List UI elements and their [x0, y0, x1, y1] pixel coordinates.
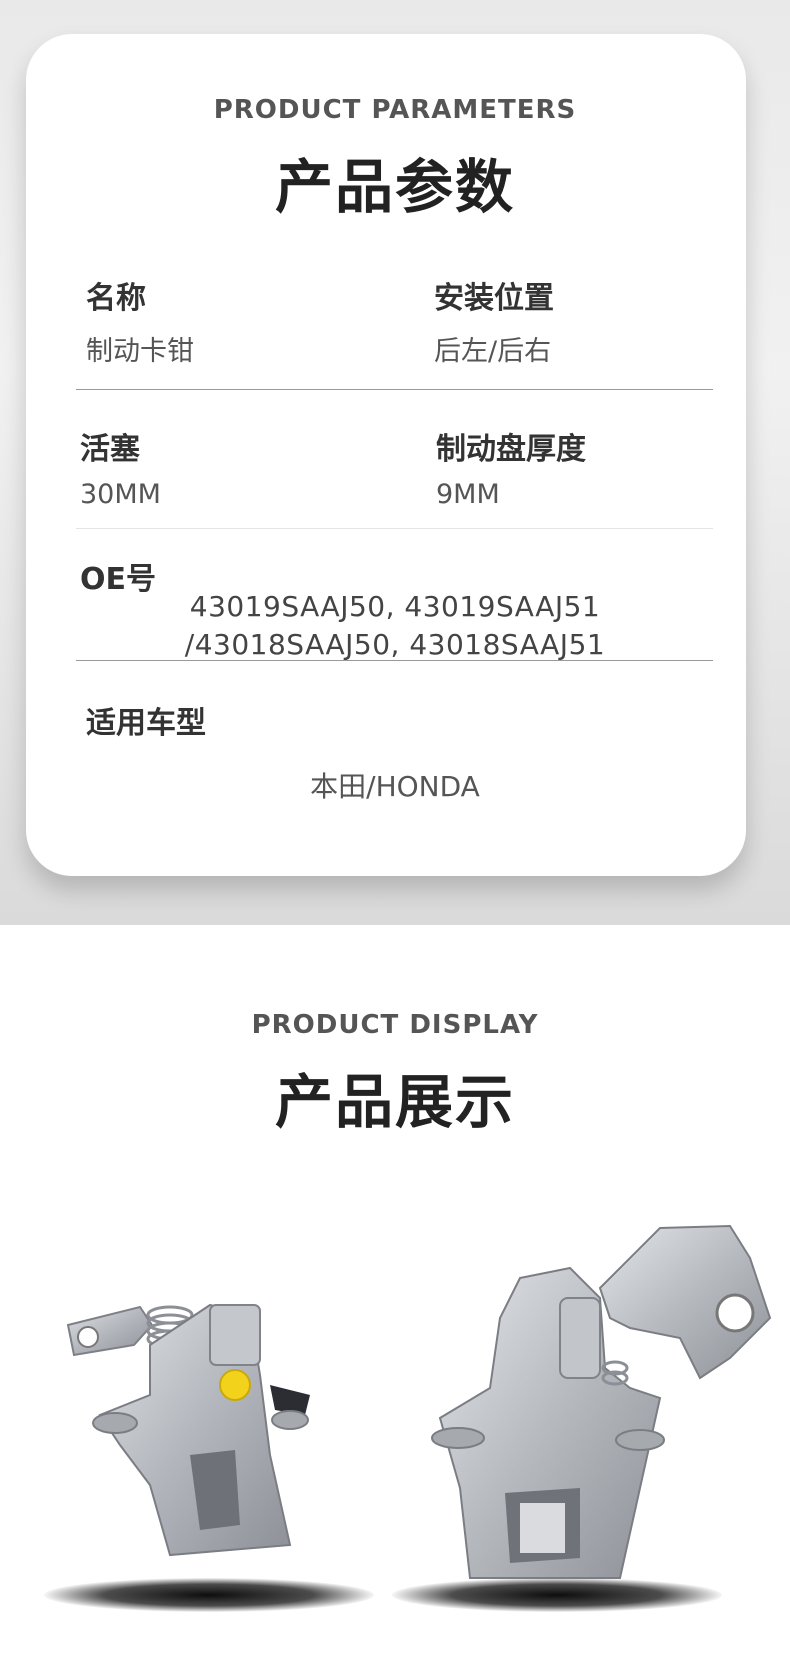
parameters-title-cn: 产品参数 — [274, 153, 515, 221]
piston-value: 30MM — [80, 479, 161, 510]
divider — [76, 528, 713, 529]
name-value: 制动卡钳 — [86, 336, 194, 367]
name-label: 名称 — [86, 281, 146, 316]
display-title-cn: 产品展示 — [274, 1068, 515, 1136]
brake-caliper-left-photo — [66, 1303, 310, 1557]
oe-number-line-1: 43019SAAJ50, 43019SAAJ51 — [189, 590, 601, 623]
parameters-title-en: PRODUCT PARAMETERS — [213, 95, 577, 125]
divider — [76, 389, 713, 390]
vehicle-label: 适用车型 — [86, 706, 206, 741]
divider — [76, 660, 713, 661]
oe-number-line-2: /43018SAAJ50, 43018SAAJ51 — [184, 628, 606, 661]
display-title-en: PRODUCT DISPLAY — [251, 1010, 539, 1040]
brake-caliper-right-photo — [431, 1224, 772, 1579]
vehicle-value: 本田/HONDA — [310, 770, 480, 803]
disc-thickness-value: 9MM — [436, 479, 500, 510]
disc-thickness-label: 制动盘厚度 — [436, 432, 586, 467]
position-value: 后左/后右 — [434, 336, 552, 367]
position-label: 安装位置 — [434, 281, 554, 316]
piston-label: 活塞 — [80, 432, 140, 467]
